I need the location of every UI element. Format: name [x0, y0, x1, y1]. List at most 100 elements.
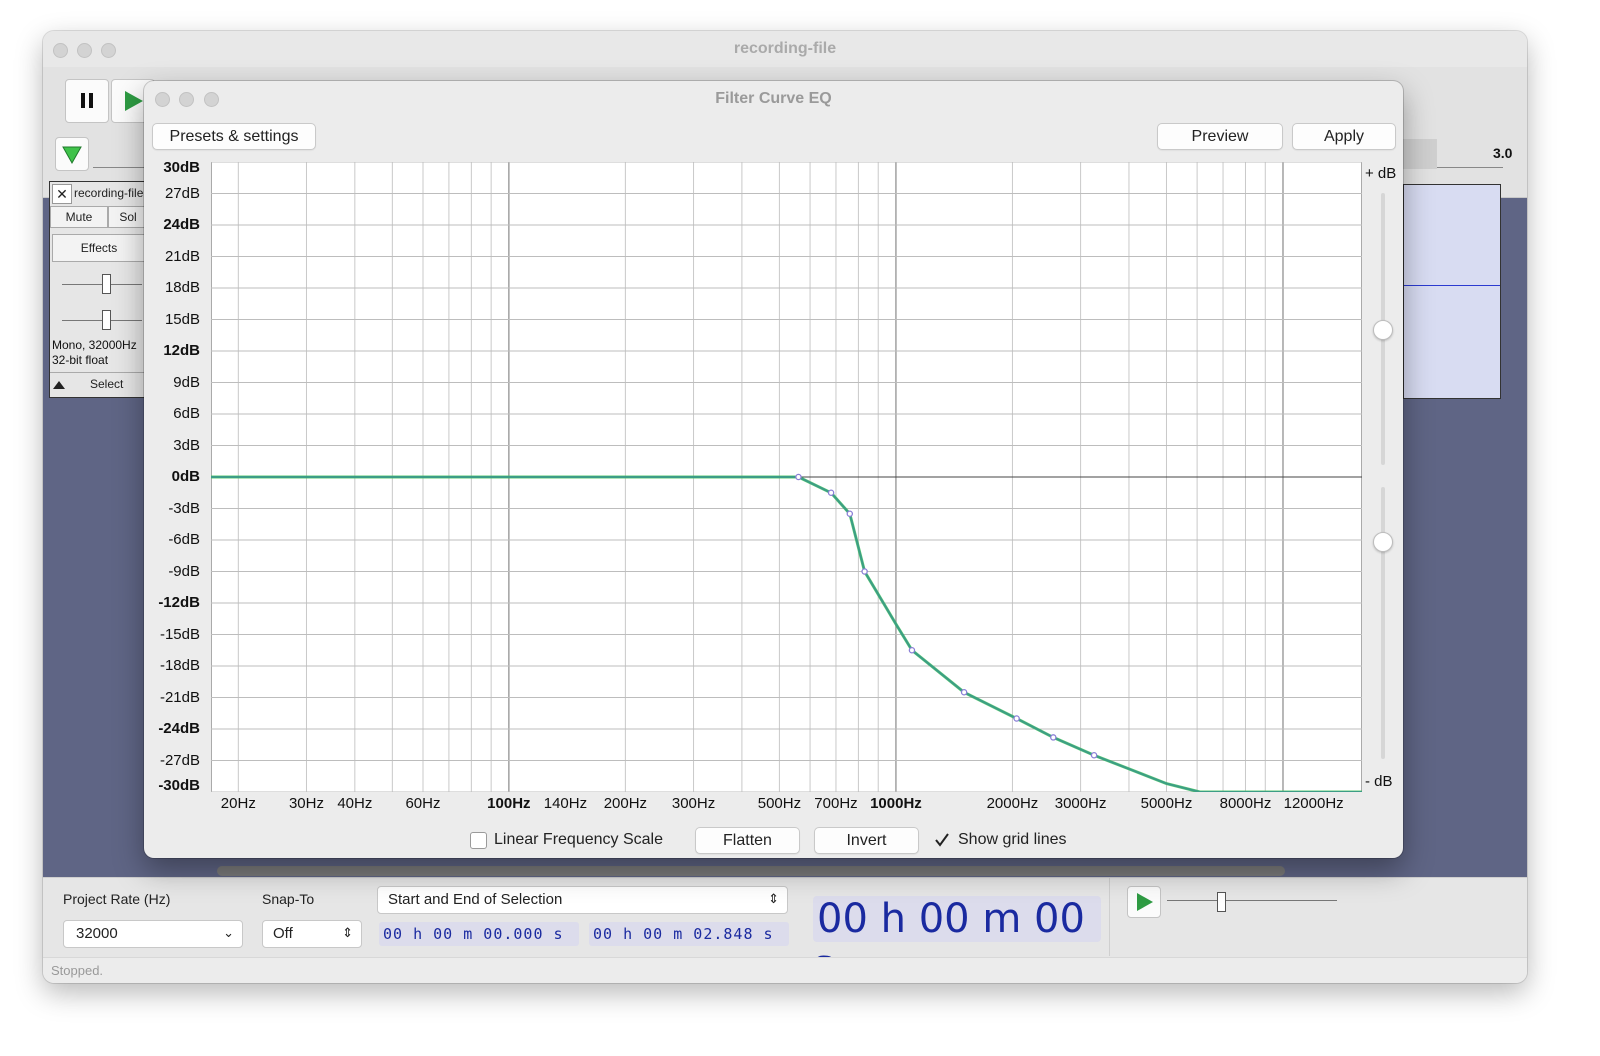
status-bar: Stopped.: [43, 957, 1527, 983]
selection-mode-select[interactable]: Start and End of Selection ⇕: [377, 886, 788, 914]
y-tick-label: 18dB: [164, 279, 200, 296]
y-tick-label: 21dB: [164, 247, 200, 265]
effects-button[interactable]: Effects: [52, 234, 146, 262]
y-tick-label: -21dB: [159, 688, 200, 706]
updown-icon: ⇕: [342, 925, 353, 940]
play-at-speed-button[interactable]: [1127, 886, 1161, 918]
min-db-slider-thumb[interactable]: [1373, 532, 1393, 552]
time-minutes-unit: m: [982, 896, 1022, 942]
preview-button[interactable]: Preview: [1157, 123, 1283, 150]
snap-to-value: Off: [273, 925, 293, 942]
collapse-track-icon[interactable]: [52, 379, 66, 391]
y-tick-label: -9dB: [168, 562, 200, 580]
triangle-down-icon: [62, 146, 82, 165]
y-tick-label: 0dB: [171, 468, 200, 485]
y-tick-label: -24dB: [158, 720, 200, 737]
mute-button[interactable]: Mute: [50, 206, 108, 228]
waveform-region: [1403, 184, 1501, 399]
eq-control-point: [1050, 734, 1057, 741]
timeline-marker-button[interactable]: [55, 137, 89, 171]
eq-control-point: [846, 510, 854, 517]
eq-control-point: [827, 489, 835, 496]
gain-slider-thumb[interactable]: [102, 274, 111, 294]
checkmark-icon: [935, 833, 949, 847]
y-tick-label: 30dB: [163, 159, 200, 176]
solo-button[interactable]: Sol: [108, 206, 148, 228]
x-tick-label: 140Hz: [543, 795, 588, 812]
y-tick-label: -12dB: [158, 594, 200, 611]
pause-button[interactable]: [65, 79, 109, 123]
dialog-title: Filter Curve EQ: [715, 90, 832, 107]
project-rate-select[interactable]: 32000 ⌄: [63, 920, 243, 948]
track-select-bar[interactable]: Select: [50, 372, 146, 397]
audio-position-time[interactable]: 00 h 00 m 00 s: [813, 896, 1101, 983]
window-title: recording-file: [733, 40, 837, 57]
min-db-slider[interactable]: [1381, 487, 1385, 759]
status-text: Stopped.: [51, 963, 104, 978]
y-tick-label: 9dB: [173, 373, 200, 391]
ruler-label: 3.0: [1493, 145, 1513, 161]
play-speed-thumb[interactable]: [1217, 892, 1226, 912]
x-tick-label: 700Hz: [814, 795, 858, 812]
close-track-icon[interactable]: ✕: [52, 184, 72, 204]
y-tick-label: -6dB: [168, 531, 200, 548]
track-bit-depth: 32-bit float: [52, 353, 109, 367]
linear-scale-checkbox[interactable]: [470, 832, 487, 849]
flatten-button[interactable]: Flatten: [695, 827, 800, 854]
eq-control-point: [960, 689, 968, 696]
select-track-button[interactable]: Select: [90, 377, 123, 391]
eq-control-point: [795, 473, 802, 481]
updown-icon: ⇕: [768, 891, 779, 906]
eq-control-point: [1090, 752, 1098, 759]
eq-control-point: [908, 646, 916, 654]
x-tick-label: 100Hz: [487, 795, 531, 812]
track-name[interactable]: recording-file: [74, 186, 143, 200]
x-tick-label: 8000Hz: [1219, 795, 1272, 812]
y-tick-label: -18dB: [159, 657, 200, 674]
invert-button[interactable]: Invert: [814, 827, 919, 854]
x-tick-label: 2000Hz: [986, 795, 1039, 812]
time-seconds: 00: [1034, 896, 1085, 942]
y-tick-label: 15dB: [164, 310, 200, 328]
ruler-selection: [1401, 139, 1437, 169]
selection-end-time[interactable]: 00 h 00 m 02.848 s: [589, 922, 789, 946]
y-tick-label: -3dB: [168, 499, 200, 517]
y-tick-label: 27dB: [164, 184, 200, 202]
y-axis-labels: 30dB 27dB 24dB 21dB 18dB 15dB 12dB 9dB 6dB 3dB 0dB…: [144, 81, 204, 858]
title-bar: recording-file: [43, 31, 1527, 67]
snap-to-label: Snap-To: [262, 891, 315, 907]
time-hours-unit: h: [880, 896, 906, 942]
x-tick-label: 60Hz: [405, 795, 441, 812]
play-speed-slider[interactable]: [1167, 900, 1337, 901]
minus-db-label: - dB: [1365, 773, 1393, 790]
max-db-slider-thumb[interactable]: [1373, 320, 1393, 340]
x-tick-label: 5000Hz: [1140, 795, 1193, 812]
x-axis-labels: 20Hz 30Hz 40Hz 60Hz 100Hz 140Hz 200Hz 300Hz 500H…: [144, 793, 1403, 815]
track-control-panel: ✕ recording-file Mute Sol Effects Mono, …: [49, 181, 148, 398]
y-tick-label: 12dB: [163, 342, 200, 359]
apply-button[interactable]: Apply: [1292, 123, 1396, 150]
project-rate-label: Project Rate (Hz): [63, 891, 171, 907]
y-tick-label: 6dB: [173, 405, 200, 422]
x-tick-label: 200Hz: [603, 795, 648, 812]
waveform-line: [1404, 285, 1500, 286]
chevron-down-icon: ⌄: [223, 925, 234, 940]
plus-db-label: + dB: [1365, 165, 1397, 182]
eq-control-point: [1013, 715, 1020, 722]
time-minutes: 00: [918, 896, 970, 942]
x-tick-label: 500Hz: [757, 795, 802, 812]
selection-mode-value: Start and End of Selection: [388, 891, 563, 908]
show-grid-lines-checkbox[interactable]: [934, 832, 949, 847]
y-tick-label: 3dB: [173, 436, 200, 454]
project-rate-value: 32000: [76, 925, 118, 942]
y-tick-label: 24dB: [163, 216, 200, 233]
snap-to-select[interactable]: Off ⇕: [262, 920, 362, 948]
pan-slider-thumb[interactable]: [102, 310, 111, 330]
horizontal-scrollbar[interactable]: [217, 866, 1285, 876]
y-tick-label: -30dB: [158, 777, 200, 794]
play-icon: [1137, 893, 1153, 911]
eq-curve-chart[interactable]: [211, 162, 1362, 792]
x-tick-label: 40Hz: [337, 795, 373, 812]
selection-start-time[interactable]: 00 h 00 m 00.000 s: [379, 922, 579, 946]
selection-toolbar: Project Rate (Hz) 32000 ⌄ Snap-To Off ⇕ …: [43, 877, 1527, 983]
